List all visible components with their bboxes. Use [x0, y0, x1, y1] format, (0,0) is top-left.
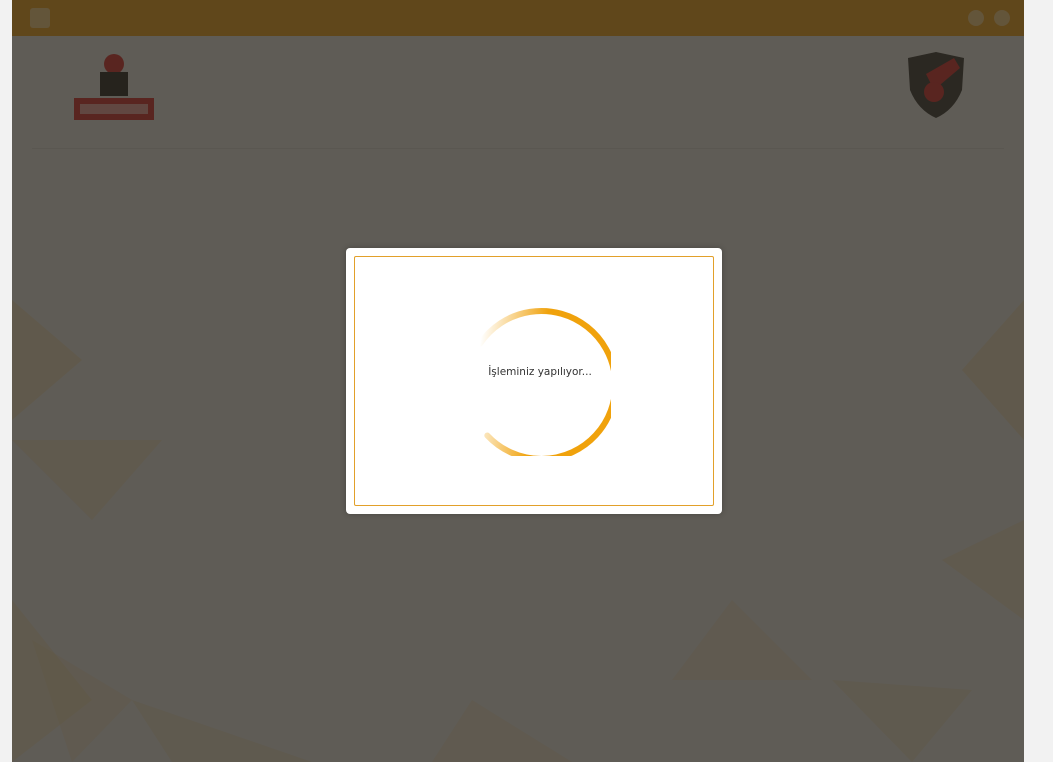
application-window: İşleminiz yapılıyor... — [12, 0, 1024, 762]
loading-message: İşleminiz yapılıyor... — [488, 366, 592, 378]
loading-dialog: İşleminiz yapılıyor... — [346, 248, 722, 514]
